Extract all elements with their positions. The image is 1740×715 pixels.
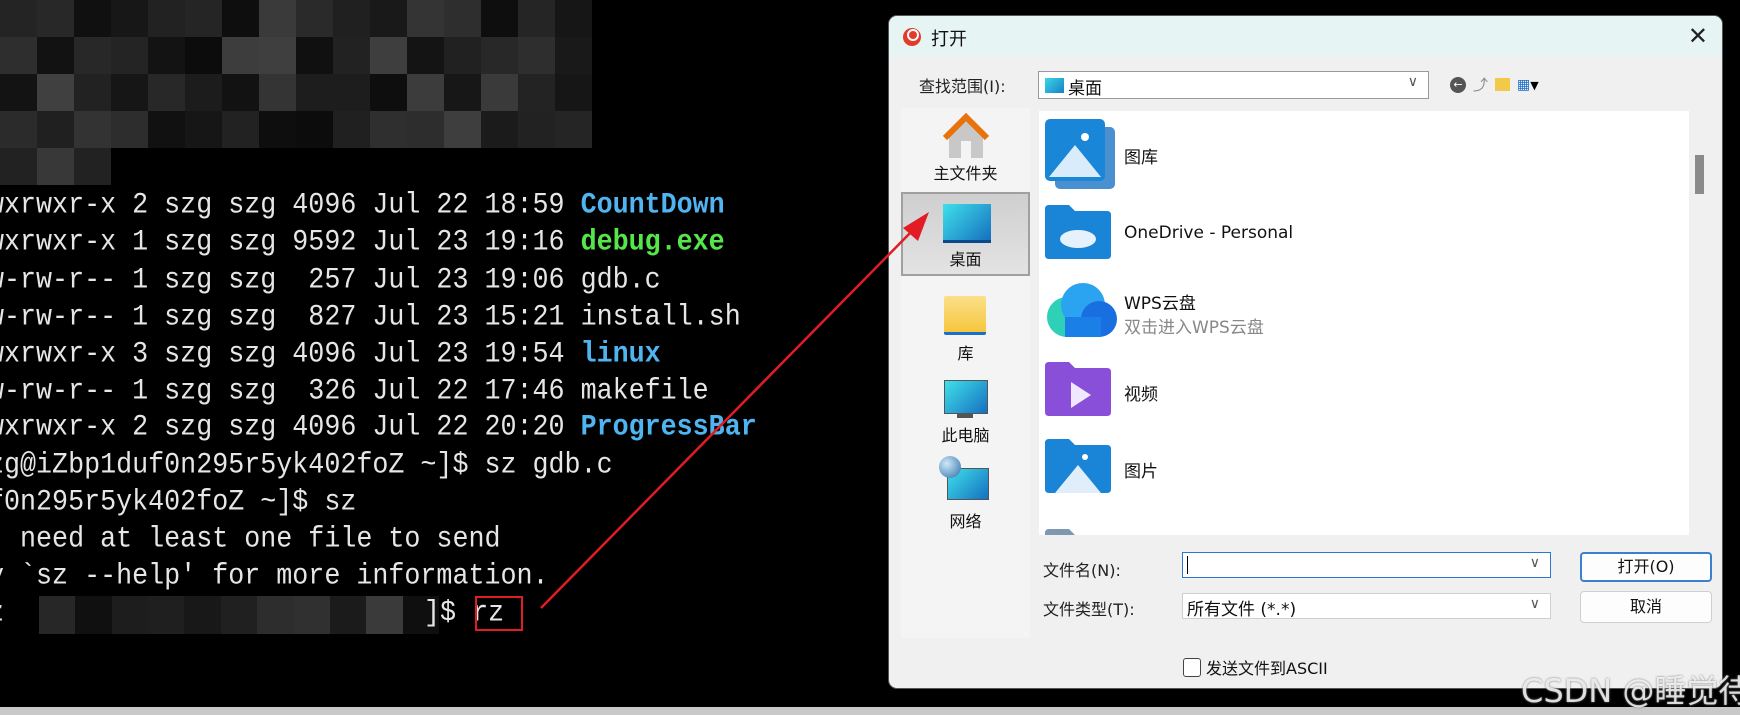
- terminal-line: w-rw-r-- 1 szg szg 827 Jul 23 15:21 inst…: [0, 301, 741, 335]
- list-item[interactable]: 视频: [1045, 356, 1685, 426]
- back-icon[interactable]: ←: [1450, 76, 1466, 93]
- places-bar: 主文件夹 桌面 库 此电脑 网络: [901, 108, 1030, 638]
- place-desktop[interactable]: 桌面: [901, 192, 1030, 276]
- terminal-line: zg@iZbp1duf0n295r5yk402foZ ~]$ sz gdb.c: [0, 449, 613, 483]
- filetype-label: 文件类型(T):: [1043, 600, 1135, 619]
- list-item[interactable]: OneDrive - Personal: [1045, 199, 1685, 269]
- view-menu-icon[interactable]: ▦▼: [1517, 77, 1539, 93]
- terminal-line: wxrwxr-x 1 szg szg 9592 Jul 23 19:16 deb…: [0, 226, 725, 260]
- pictures-folder-icon: [1045, 439, 1111, 493]
- file-name: gdb.c: [580, 264, 661, 298]
- look-in-label: 查找范围(I):: [919, 77, 1006, 96]
- onedrive-folder-icon: [1045, 205, 1111, 259]
- wps-cloud-icon: [1047, 283, 1117, 337]
- up-folder-icon[interactable]: ⤴: [1473, 74, 1488, 95]
- home-icon: [942, 113, 990, 158]
- file-name: linux: [580, 338, 661, 372]
- watermark: CSDN @睡觉待开机: [1521, 672, 1740, 710]
- computer-icon: [944, 380, 988, 414]
- look-in-select[interactable]: 桌面 ∨: [1038, 71, 1429, 99]
- title-bar: 打开 ✕: [889, 16, 1722, 56]
- scrollbar-thumb[interactable]: [1695, 155, 1704, 194]
- library-folder-icon: [944, 296, 986, 335]
- open-file-dialog: 打开 ✕ 查找范围(I): 桌面 ∨ ← ⤴ ▦▼ 主文件夹 桌面 库 此电脑: [889, 16, 1722, 688]
- filename-label: 文件名(N):: [1043, 561, 1121, 580]
- terminal-line: need at least one file to send: [0, 523, 501, 557]
- dialog-title: 打开: [931, 29, 967, 50]
- terminal-line: w-rw-r-- 1 szg szg 257 Jul 23 19:06 gdb.…: [0, 264, 661, 298]
- place-network[interactable]: 网络: [901, 454, 1030, 534]
- file-name: install.sh: [580, 301, 741, 335]
- list-item[interactable]: WPS云盘 双击进入WPS云盘: [1045, 275, 1685, 345]
- list-item[interactable]: 图库: [1045, 119, 1685, 189]
- terminal-line: wxrwxr-x 2 szg szg 4096 Jul 22 18:59 Cou…: [0, 189, 725, 223]
- place-home[interactable]: 主文件夹: [901, 108, 1030, 188]
- filetype-select[interactable]: 所有文件 (*.*) ∨: [1182, 593, 1551, 620]
- ascii-checkbox[interactable]: [1183, 657, 1201, 677]
- file-name: ProgressBar: [580, 411, 757, 445]
- highlight-box: [475, 596, 523, 631]
- terminal-line: f0n295r5yk402foZ ~]$ sz: [0, 486, 357, 520]
- scrollbar[interactable]: [1692, 111, 1706, 535]
- folder-icon: [1045, 529, 1107, 535]
- list-item-partial[interactable]: [1045, 521, 1685, 535]
- pixelated-redaction: [0, 0, 592, 185]
- ascii-option[interactable]: 发送文件到ASCII: [1183, 655, 1328, 679]
- file-list: 图库 OneDrive - Personal WPS云盘 双击进入WPS云盘 视…: [1039, 111, 1689, 535]
- terminal-line: wxrwxr-x 3 szg szg 4096 Jul 23 19:54 lin…: [0, 338, 661, 372]
- file-name: CountDown: [580, 189, 725, 223]
- desktop-icon: [943, 204, 991, 243]
- cancel-button[interactable]: 取消: [1580, 591, 1712, 623]
- chevron-down-icon: ∨: [1407, 74, 1418, 90]
- terminal-line: wxrwxr-x 2 szg szg 4096 Jul 22 20:20 Pro…: [0, 411, 757, 445]
- terminal-last-line: z]$ rz: [0, 597, 505, 631]
- chevron-down-icon: ∨: [1529, 555, 1540, 571]
- videos-folder-icon: [1045, 362, 1111, 416]
- close-icon[interactable]: ✕: [1688, 22, 1708, 50]
- filename-input[interactable]: ∨: [1182, 552, 1551, 578]
- new-folder-icon[interactable]: [1495, 78, 1511, 91]
- look-in-value: 桌面: [1068, 79, 1102, 99]
- terminal-line: y `sz --help' for more information.: [0, 560, 549, 594]
- desktop-icon: [1045, 78, 1064, 93]
- chevron-down-icon: ∨: [1529, 596, 1540, 612]
- place-this-pc[interactable]: 此电脑: [901, 370, 1030, 450]
- open-button[interactable]: 打开(O): [1580, 552, 1712, 582]
- file-name: debug.exe: [580, 226, 725, 260]
- app-icon: [903, 28, 921, 46]
- list-item[interactable]: 图片: [1045, 433, 1685, 503]
- gallery-icon: [1045, 119, 1115, 189]
- desktop-strip: [0, 707, 1740, 715]
- file-name: makefile: [580, 375, 709, 409]
- place-library[interactable]: 库: [901, 288, 1030, 368]
